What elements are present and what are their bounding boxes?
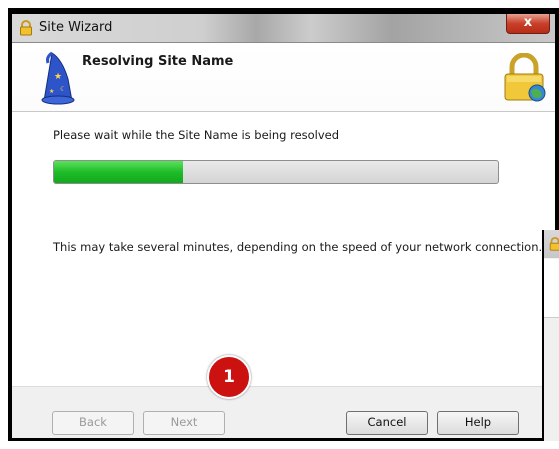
cancel-button[interactable]: Cancel: [346, 411, 428, 435]
svg-text:★: ★: [54, 72, 62, 82]
padlock-globe-icon: [504, 53, 546, 102]
progress-fill: [54, 161, 183, 183]
step-number-badge: 1: [207, 355, 251, 399]
wizard-body: Please wait while the Site Name is being…: [12, 112, 555, 386]
back-button[interactable]: Back: [52, 411, 134, 435]
progress-bar: [53, 160, 499, 184]
info-message: This may take several minutes, depending…: [53, 240, 543, 254]
wizard-header: ★ ☾ ★ Resolving Site Name: [12, 43, 555, 112]
lock-icon: [20, 20, 32, 36]
site-wizard-window: Site Wizard x ★ ☾ ★ Resolving Site Name: [12, 14, 555, 438]
next-button[interactable]: Next: [143, 411, 225, 435]
second-window-title-bar[interactable]: S: [544, 230, 559, 258]
wait-message: Please wait while the Site Name is being…: [53, 128, 340, 142]
svg-text:★: ★: [49, 88, 54, 95]
screenshot-frame: Site Wizard x ★ ☾ ★ Resolving Site Name: [8, 8, 559, 441]
page-title: Resolving Site Name: [82, 54, 234, 69]
help-button[interactable]: Help: [437, 411, 519, 435]
close-button[interactable]: x: [506, 14, 550, 34]
svg-text:☾: ☾: [60, 85, 66, 93]
second-window-header: [544, 259, 559, 318]
wizard-hat-icon: ★ ☾ ★: [41, 51, 75, 105]
window-title: Site Wizard: [39, 20, 113, 35]
title-bar[interactable]: Site Wizard x: [12, 14, 555, 43]
lock-icon: [549, 237, 559, 251]
second-window-partial: S: [542, 230, 559, 441]
button-bar: Back Next Cancel Help: [12, 386, 555, 438]
